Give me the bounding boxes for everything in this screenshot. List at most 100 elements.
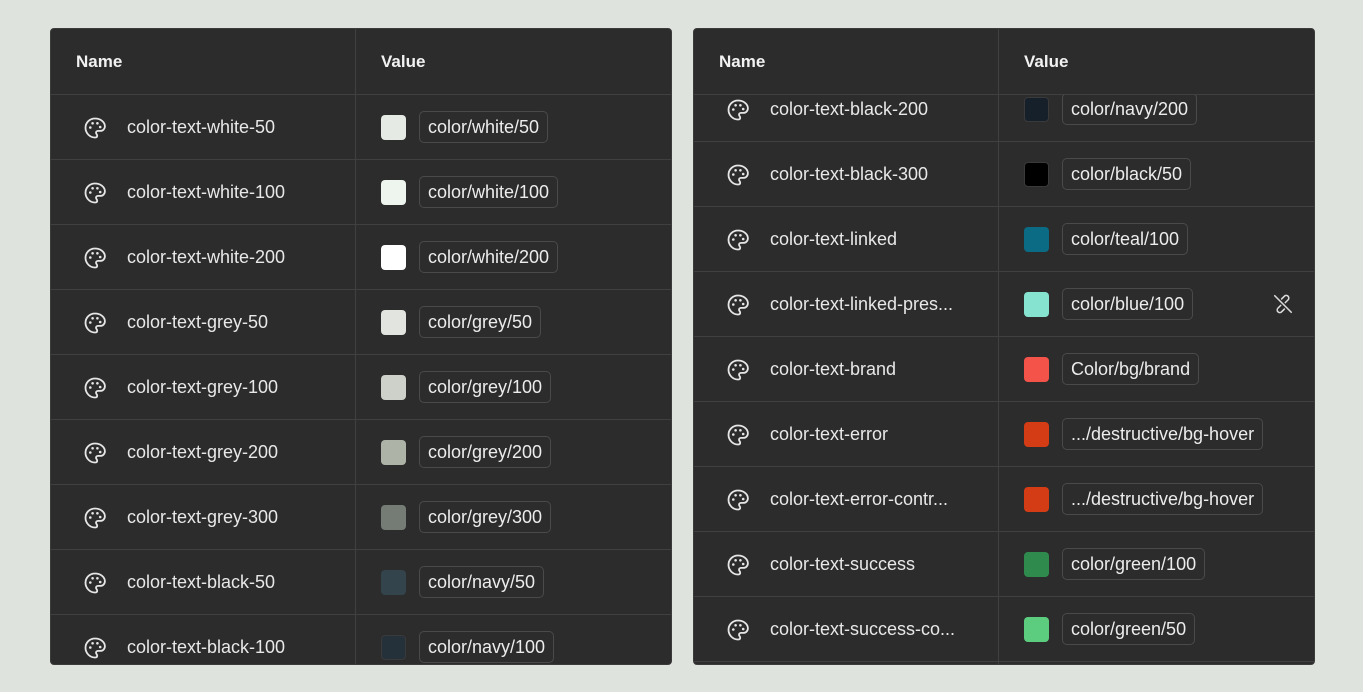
variable-value-chip[interactable]: color/grey/100 <box>419 371 552 403</box>
color-swatch[interactable] <box>1024 292 1049 317</box>
table-row[interactable]: color-text-error-contr... .../destructive… <box>694 467 1314 532</box>
variable-name[interactable]: color-text-black-50 <box>127 572 275 593</box>
palette-icon <box>726 358 750 382</box>
palette-icon <box>726 228 750 252</box>
variable-name[interactable]: color-text-error <box>770 424 888 445</box>
variable-value-chip[interactable]: color/black/50 <box>1062 158 1192 190</box>
palette-icon <box>726 488 750 512</box>
variable-value-chip[interactable]: color/grey/50 <box>419 306 542 338</box>
variable-name[interactable]: color-text-white-100 <box>127 182 285 203</box>
palette-icon <box>83 376 107 400</box>
variable-value-chip[interactable]: color/grey/300 <box>419 501 552 533</box>
color-swatch[interactable] <box>1024 357 1049 382</box>
color-swatch[interactable] <box>1024 422 1049 447</box>
variable-value-chip[interactable]: color/green/100 <box>1062 548 1206 580</box>
variable-name[interactable]: color-text-error-contr... <box>770 489 948 510</box>
variable-name[interactable]: color-text-grey-100 <box>127 377 278 398</box>
color-swatch[interactable] <box>1024 487 1049 512</box>
color-swatch[interactable] <box>381 180 406 205</box>
color-swatch[interactable] <box>1024 617 1049 642</box>
color-swatch[interactable] <box>381 115 406 140</box>
table-row[interactable]: color-text-black-50 color/navy/50 <box>51 550 671 615</box>
palette-icon <box>726 618 750 642</box>
palette-icon <box>83 506 107 530</box>
palette-icon <box>83 441 107 465</box>
unlink-icon[interactable] <box>1272 293 1294 315</box>
color-swatch[interactable] <box>381 310 406 335</box>
variable-name[interactable]: color-text-linked-pres... <box>770 294 953 315</box>
table-body[interactable]: color-text-white-50 color/white/50 color-t… <box>51 95 671 664</box>
table-row[interactable]: color-text-error .../destructive/bg-hover <box>694 402 1314 467</box>
table-row[interactable]: color-text-grey-50 color/grey/50 <box>51 290 671 355</box>
variable-name[interactable]: color-text-black-300 <box>770 164 928 185</box>
color-swatch[interactable] <box>381 375 406 400</box>
table-row[interactable]: color-text-grey-200 color/grey/200 <box>51 420 671 485</box>
table-row[interactable]: color-text-brand Color/bg/brand <box>694 337 1314 402</box>
variable-value-chip[interactable]: color/green/50 <box>1062 613 1196 645</box>
variable-name[interactable]: color-text-brand <box>770 359 896 380</box>
color-swatch[interactable] <box>381 635 406 660</box>
palette-icon <box>726 98 750 122</box>
color-swatch[interactable] <box>381 440 406 465</box>
variable-value-chip[interactable]: Color/bg/brand <box>1062 353 1200 385</box>
palette-icon <box>726 423 750 447</box>
table-header: Name Value <box>51 29 671 95</box>
column-divider[interactable] <box>355 29 356 664</box>
color-swatch[interactable] <box>1024 227 1049 252</box>
variable-name[interactable]: color-text-grey-50 <box>127 312 268 333</box>
variable-value-chip[interactable]: color/blue/100 <box>1062 288 1194 320</box>
variable-value-chip[interactable]: color/white/50 <box>419 111 549 143</box>
column-header-value[interactable]: Value <box>381 52 425 72</box>
palette-icon <box>726 163 750 187</box>
variable-value-chip[interactable]: color/white/200 <box>419 241 559 273</box>
color-swatch[interactable] <box>381 570 406 595</box>
palette-icon <box>83 246 107 270</box>
table-row[interactable]: color-text-black-100 color/navy/100 <box>51 615 671 664</box>
table-row[interactable]: color-text-success-co... color/green/50 <box>694 597 1314 662</box>
table-row[interactable]: color-text-linked-pres... color/blue/100 <box>694 272 1314 337</box>
variable-name[interactable]: color-text-white-200 <box>127 247 285 268</box>
variable-name[interactable]: color-text-success-co... <box>770 619 955 640</box>
variable-name[interactable]: color-text-linked <box>770 229 897 250</box>
variable-value-chip[interactable]: color/white/100 <box>419 176 559 208</box>
column-divider[interactable] <box>998 29 999 664</box>
palette-icon <box>83 311 107 335</box>
variable-name[interactable]: color-text-grey-200 <box>127 442 278 463</box>
palette-icon <box>726 553 750 577</box>
variable-name[interactable]: color-text-black-100 <box>127 637 285 658</box>
table-row[interactable]: color-text-success color/green/100 <box>694 532 1314 597</box>
variable-value-chip[interactable]: color/navy/50 <box>419 566 545 598</box>
palette-icon <box>83 116 107 140</box>
table-row[interactable]: color-text-grey-100 color/grey/100 <box>51 355 671 420</box>
variable-name[interactable]: color-text-success <box>770 554 915 575</box>
table-row[interactable]: color-text-white-50 color/white/50 <box>51 95 671 160</box>
variable-name[interactable]: color-text-black-200 <box>770 99 928 120</box>
table-row[interactable]: color-text-linked color/teal/100 <box>694 207 1314 272</box>
variable-name[interactable]: color-text-grey-300 <box>127 507 278 528</box>
table-row[interactable]: color-text-white-100 color/white/100 <box>51 160 671 225</box>
table-row[interactable]: color-text-grey-300 color/grey/300 <box>51 485 671 550</box>
palette-icon <box>83 181 107 205</box>
color-swatch[interactable] <box>1024 552 1049 577</box>
column-header-name[interactable]: Name <box>76 52 122 72</box>
variable-value-chip[interactable]: color/teal/100 <box>1062 223 1189 255</box>
variable-value-chip[interactable]: color/navy/200 <box>1062 95 1198 125</box>
variable-value-chip[interactable]: .../destructive/bg-hover <box>1062 483 1264 515</box>
table-row[interactable]: color-text-white-200 color/white/200 <box>51 225 671 290</box>
variable-value-chip[interactable]: color/grey/200 <box>419 436 552 468</box>
variables-table-left: Name Value color-text-white-50 color/whit… <box>50 28 672 665</box>
color-swatch[interactable] <box>1024 162 1049 187</box>
color-swatch[interactable] <box>381 505 406 530</box>
table-row[interactable]: color-text-black-200 color/navy/200 <box>694 95 1314 142</box>
column-header-name[interactable]: Name <box>719 52 765 72</box>
column-header-value[interactable]: Value <box>1024 52 1068 72</box>
table-row[interactable]: color-text-black-300 color/black/50 <box>694 142 1314 207</box>
variable-name[interactable]: color-text-white-50 <box>127 117 275 138</box>
color-swatch[interactable] <box>1024 97 1049 122</box>
variable-value-chip[interactable]: .../destructive/bg-hover <box>1062 418 1264 450</box>
palette-icon <box>726 293 750 317</box>
variable-value-chip[interactable]: color/navy/100 <box>419 631 555 663</box>
color-swatch[interactable] <box>381 245 406 270</box>
variables-table-right: Name Value color-text-black-200 color/nav… <box>693 28 1315 665</box>
table-body[interactable]: color-text-black-200 color/navy/200 color-… <box>694 95 1314 664</box>
